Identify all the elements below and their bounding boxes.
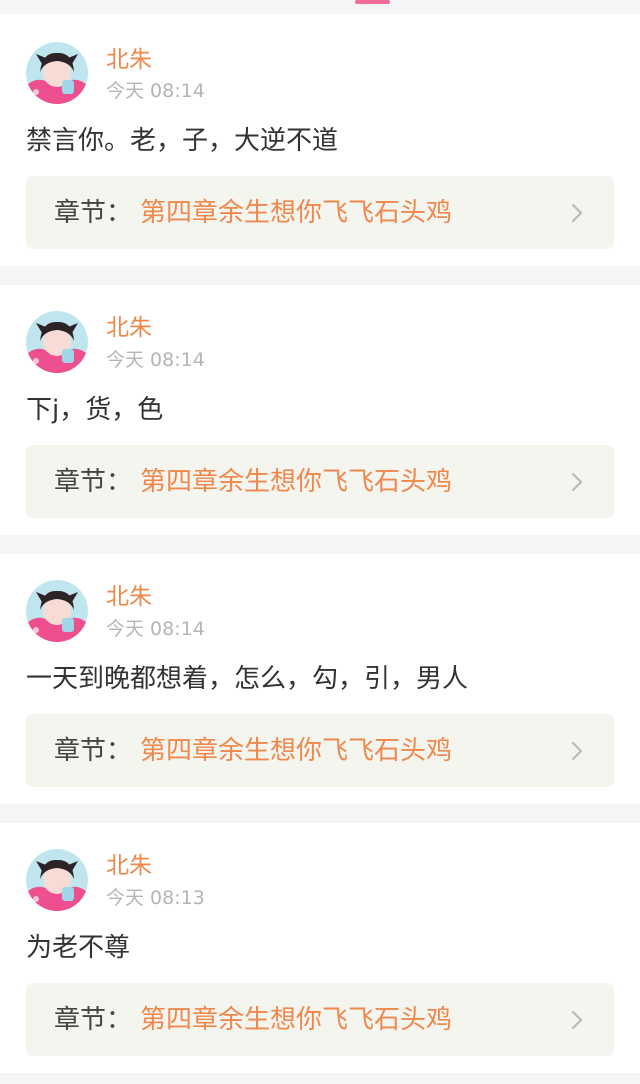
comment-card: 北朱 今天 08:14 禁言你。老，子，大逆不道 章节： 第四章余生想你飞飞石头…: [0, 14, 640, 266]
chapter-title: 第四章余生想你飞飞石头鸡: [140, 198, 453, 228]
comment-timestamp: 今天 08:13: [106, 887, 205, 909]
username[interactable]: 北朱: [106, 583, 152, 611]
user-avatar[interactable]: [26, 42, 88, 104]
anime-avatar-icon: [26, 311, 88, 373]
chapter-prefix-label: 章节：: [54, 1005, 133, 1035]
comment-timestamp: 今天 08:14: [106, 618, 205, 640]
chapter-prefix-label: 章节：: [54, 467, 133, 497]
anime-avatar-icon: [26, 42, 88, 104]
chevron-right-icon: [571, 203, 583, 223]
chapter-link[interactable]: 章节： 第四章余生想你飞飞石头鸡: [26, 983, 614, 1056]
chapter-link[interactable]: 章节： 第四章余生想你飞飞石头鸡: [26, 176, 614, 249]
username[interactable]: 北朱: [106, 852, 152, 880]
comment-text: 为老不尊: [26, 933, 131, 963]
chevron-right-icon: [571, 472, 583, 492]
comment-card: 北朱 今天 08:13 为老不尊 章节： 第四章余生想你飞飞石头鸡: [0, 823, 640, 1073]
anime-avatar-icon: [26, 849, 88, 911]
username[interactable]: 北朱: [106, 46, 152, 74]
user-avatar[interactable]: [26, 580, 88, 642]
chapter-link[interactable]: 章节： 第四章余生想你飞飞石头鸡: [26, 445, 614, 518]
chapter-prefix-label: 章节：: [54, 736, 133, 766]
comment-feed: 北朱 今天 08:14 禁言你。老，子，大逆不道 章节： 第四章余生想你飞飞石头…: [0, 0, 640, 1084]
comment-text: 下j，货，色: [26, 395, 164, 425]
chevron-right-icon: [571, 1010, 583, 1030]
chapter-link[interactable]: 章节： 第四章余生想你飞飞石头鸡: [26, 714, 614, 787]
chapter-title: 第四章余生想你飞飞石头鸡: [140, 736, 453, 766]
comment-card: 北朱 今天 08:14 下j，货，色 章节： 第四章余生想你飞飞石头鸡: [0, 285, 640, 535]
anime-avatar-icon: [26, 580, 88, 642]
chapter-prefix-label: 章节：: [54, 198, 133, 228]
comment-card: 北朱 今天 08:14 一天到晚都想着，怎么，勾，引，男人 章节： 第四章余生想…: [0, 554, 640, 804]
chapter-title: 第四章余生想你飞飞石头鸡: [140, 467, 453, 497]
comment-text: 禁言你。老，子，大逆不道: [26, 126, 339, 156]
comment-timestamp: 今天 08:14: [106, 349, 205, 371]
comment-text: 一天到晚都想着，怎么，勾，引，男人: [26, 664, 469, 694]
chapter-title: 第四章余生想你飞飞石头鸡: [140, 1005, 453, 1035]
user-avatar[interactable]: [26, 849, 88, 911]
user-avatar[interactable]: [26, 311, 88, 373]
username[interactable]: 北朱: [106, 314, 152, 342]
comment-timestamp: 今天 08:14: [106, 80, 205, 102]
chevron-right-icon: [571, 741, 583, 761]
